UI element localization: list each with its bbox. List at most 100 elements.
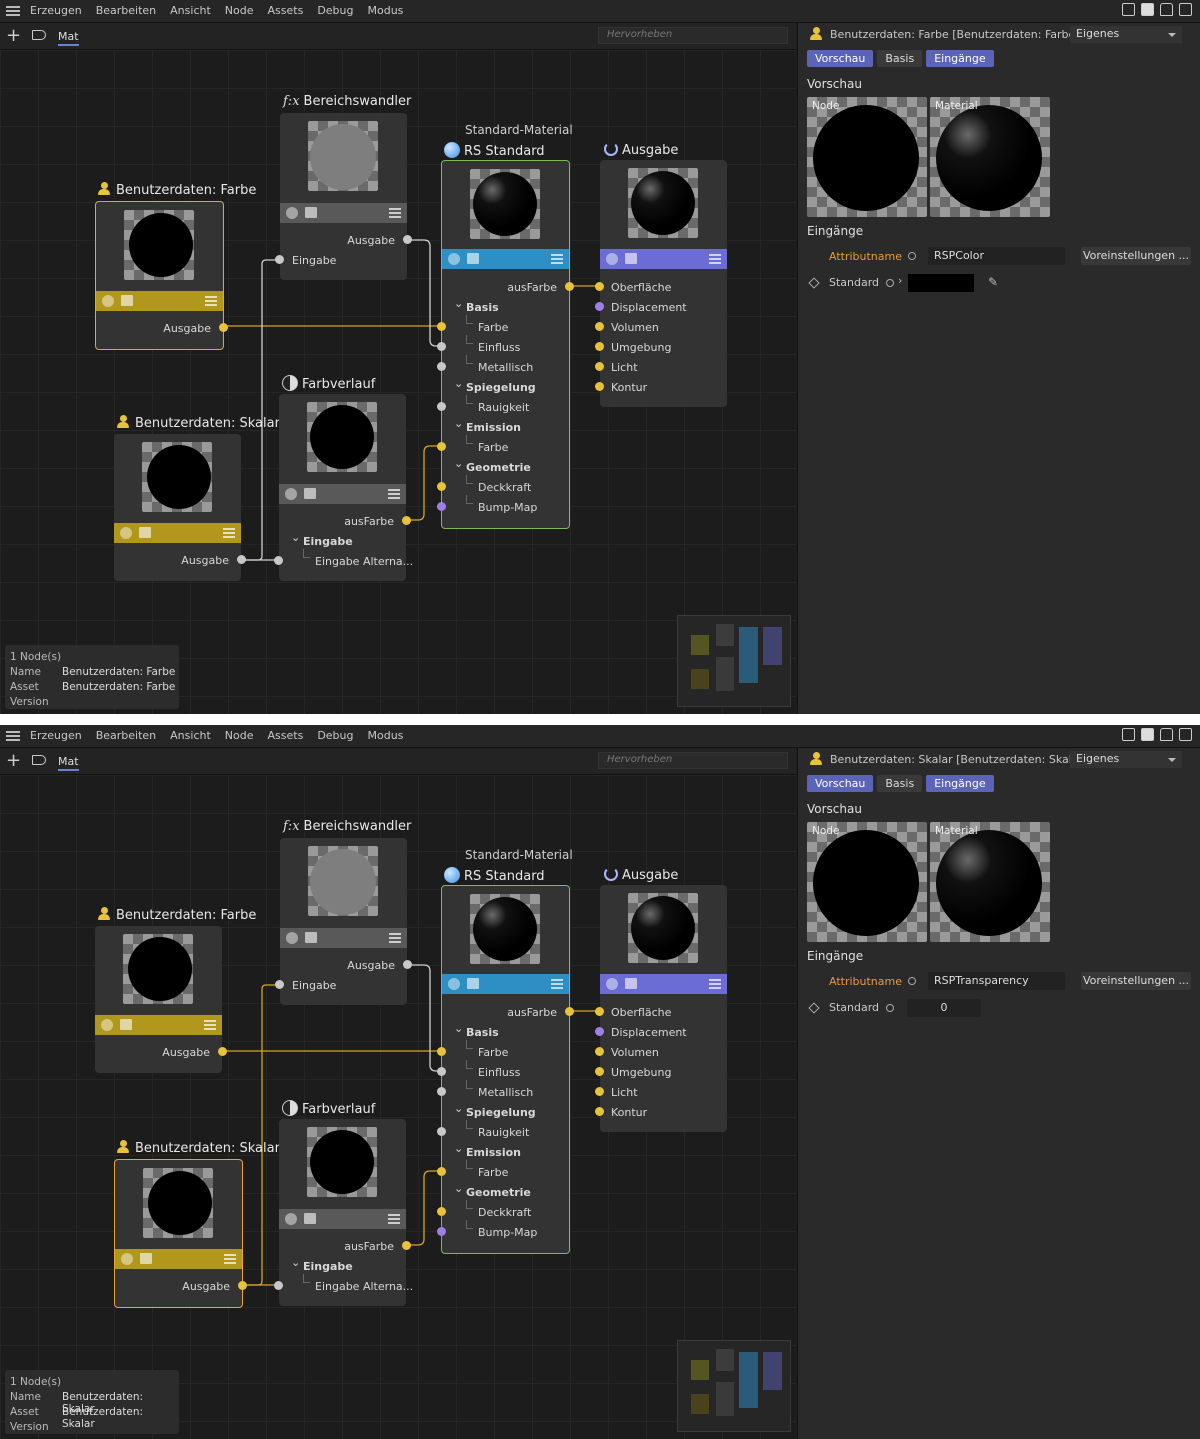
rs-in-einfluss[interactable] — [437, 342, 446, 351]
rs-out-port[interactable] — [565, 1007, 574, 1016]
node-menu-icon[interactable] — [388, 489, 400, 499]
tag-icon[interactable] — [32, 755, 46, 765]
rs-in-basis-farbe[interactable] — [437, 1047, 446, 1056]
node-menu-icon[interactable] — [389, 208, 401, 218]
node-canvas[interactable]: f:x Bereichswandler Ausgabe Eingabe Benut… — [0, 775, 796, 1439]
menu-erzeugen[interactable]: Erzeugen — [30, 4, 82, 17]
range-out-port[interactable] — [403, 960, 412, 969]
image-icon[interactable] — [140, 1253, 152, 1264]
node-menu-icon[interactable] — [551, 254, 563, 264]
gradient-out-port[interactable] — [402, 516, 411, 525]
lock-icon[interactable] — [1160, 3, 1173, 16]
animation-ring-icon[interactable] — [908, 977, 916, 985]
output-in-kontur[interactable] — [595, 382, 604, 391]
mode-dropdown[interactable]: Eigenes — [1070, 751, 1182, 768]
farbe-out-port[interactable] — [218, 1047, 227, 1056]
expand-icon[interactable] — [1179, 728, 1192, 741]
image-icon[interactable] — [304, 488, 316, 499]
output-in-volumen[interactable] — [595, 1047, 604, 1056]
image-icon[interactable] — [304, 1213, 316, 1224]
tab-basis[interactable]: Basis — [877, 50, 923, 67]
range-node[interactable]: Ausgabe Eingabe — [275, 838, 412, 1005]
output-in-umgebung[interactable] — [595, 1067, 604, 1076]
rs-group-emission[interactable]: Emission — [454, 417, 521, 434]
menu-node[interactable]: Node — [225, 729, 254, 742]
redshift-icon[interactable] — [286, 932, 298, 944]
output-in-kontur[interactable] — [595, 1107, 604, 1116]
minimap[interactable] — [677, 1340, 791, 1432]
animation-ring-icon[interactable] — [908, 252, 916, 260]
image-icon[interactable] — [625, 253, 637, 264]
range-out-port[interactable] — [403, 235, 412, 244]
node-menu-icon[interactable] — [223, 528, 235, 538]
rs-in-emission-farbe[interactable] — [437, 1167, 446, 1176]
gradient-node[interactable]: ausFarbe Eingabe Eingabe Alterna... — [274, 394, 413, 581]
redshift-icon[interactable] — [448, 253, 460, 265]
rs-standard-node[interactable]: ausFarbe Basis Farbe Einfluss Metallisch… — [437, 160, 574, 529]
image-icon[interactable] — [305, 207, 317, 218]
output-in-volumen[interactable] — [595, 322, 604, 331]
output-in-licht[interactable] — [595, 1087, 604, 1096]
redshift-icon[interactable] — [101, 1019, 113, 1031]
menu-modus[interactable]: Modus — [368, 4, 404, 17]
tag-icon[interactable] — [32, 30, 46, 40]
output-in-licht[interactable] — [595, 362, 604, 371]
layout-left-icon[interactable] — [1122, 728, 1135, 741]
menu-bearbeiten[interactable]: Bearbeiten — [96, 4, 156, 17]
skalar-node[interactable]: Ausgabe — [114, 434, 246, 581]
node-menu-icon[interactable] — [709, 254, 721, 264]
expand-arrow-icon[interactable]: › — [898, 274, 902, 287]
redshift-icon[interactable] — [121, 1253, 133, 1265]
redshift-icon[interactable] — [285, 488, 297, 500]
redshift-icon[interactable] — [606, 253, 618, 265]
redshift-icon[interactable] — [102, 295, 114, 307]
farbe-out-port[interactable] — [219, 323, 228, 332]
tab-vorschau[interactable]: Vorschau — [807, 775, 874, 792]
rs-in-einfluss[interactable] — [437, 1067, 446, 1076]
menu-node[interactable]: Node — [225, 4, 254, 17]
tab-mat[interactable]: Mat — [58, 755, 79, 771]
range-node[interactable]: Ausgabe Eingabe — [275, 113, 412, 280]
redshift-icon[interactable] — [448, 978, 460, 990]
highlight-search-input[interactable]: Hervorheben — [598, 27, 788, 44]
node-menu-icon[interactable] — [551, 979, 563, 989]
menu-modus[interactable]: Modus — [368, 729, 404, 742]
range-in-port[interactable] — [275, 980, 284, 989]
range-in-port[interactable] — [275, 255, 284, 264]
output-in-oberflaeche[interactable] — [595, 282, 604, 291]
menu-erzeugen[interactable]: Erzeugen — [30, 729, 82, 742]
keyframe-diamond-icon[interactable] — [808, 1002, 820, 1014]
gradient-node[interactable]: ausFarbe Eingabe Eingabe Alterna... — [274, 1119, 413, 1306]
image-icon[interactable] — [305, 932, 317, 943]
redshift-icon[interactable] — [120, 527, 132, 539]
animation-ring-icon[interactable] — [886, 279, 894, 287]
tab-mat[interactable]: Mat — [58, 30, 79, 46]
menu-ansicht[interactable]: Ansicht — [170, 4, 211, 17]
attribute-name-field[interactable]: RSPColor — [928, 247, 1065, 265]
keyframe-diamond-icon[interactable] — [808, 277, 820, 289]
menu-assets[interactable]: Assets — [268, 4, 304, 17]
tab-eingaenge[interactable]: Eingänge — [926, 775, 994, 792]
menu-ansicht[interactable]: Ansicht — [170, 729, 211, 742]
image-icon[interactable] — [121, 295, 133, 306]
rs-group-geometrie[interactable]: Geometrie — [454, 457, 531, 474]
gradient-in-port[interactable] — [274, 1281, 283, 1290]
animation-ring-icon[interactable] — [886, 1004, 894, 1012]
rs-group-spiegelung[interactable]: Spiegelung — [454, 377, 536, 394]
farbe-node[interactable]: Ausgabe — [95, 201, 228, 350]
image-icon[interactable] — [625, 978, 637, 989]
menu-bearbeiten[interactable]: Bearbeiten — [96, 729, 156, 742]
rs-in-bump-map[interactable] — [437, 1227, 446, 1236]
rs-in-metallisch[interactable] — [437, 1087, 446, 1096]
hamburger-menu-icon[interactable] — [6, 4, 20, 18]
menu-debug[interactable]: Debug — [317, 729, 353, 742]
presets-button[interactable]: Voreinstellungen ... — [1081, 247, 1191, 265]
tab-vorschau[interactable]: Vorschau — [807, 50, 874, 67]
hamburger-menu-icon[interactable] — [6, 729, 20, 743]
node-menu-icon[interactable] — [204, 1020, 216, 1030]
output-in-umgebung[interactable] — [595, 342, 604, 351]
layout-right-icon[interactable] — [1141, 3, 1154, 16]
rs-group-emission[interactable]: Emission — [454, 1142, 521, 1159]
gradient-group-eingabe[interactable]: Eingabe — [291, 531, 353, 548]
layout-right-icon[interactable] — [1141, 728, 1154, 741]
